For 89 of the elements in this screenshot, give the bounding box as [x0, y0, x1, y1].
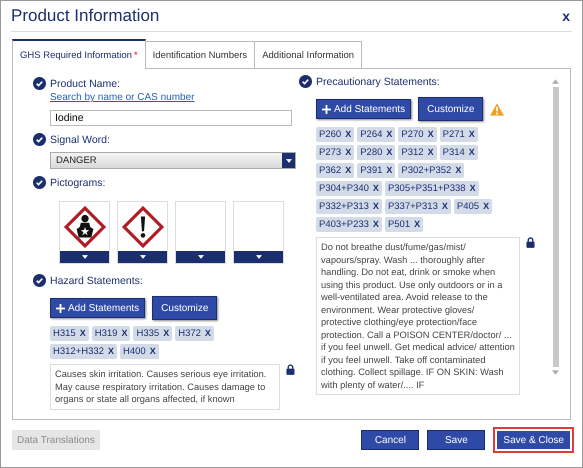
statement-text-area[interactable]: Do not breathe dust/fume/gas/mist/ vapours/spray. Wash ... thoroughly after handling. Do not eat, drink or smoke when using this product. Use only outdoors or in a well-ventilated area. Avoid release to the environment. Wear protective gloves/ protective clothing/eye protection/face protection. Call a POISON CENTER/doctor/ ... if you feel unwell. Get medical advice/ attention if you feel unwell. Take off contaminated clothing. Collect spillage. IF ON SKIN: Wash with plenty of water/.... IF: [316, 237, 520, 395]
remove-button[interactable]: X: [345, 147, 352, 158]
statement-code: P270: [401, 129, 424, 140]
statement-code: P391: [360, 165, 382, 176]
tab[interactable]: Additional Information: [254, 41, 362, 68]
footer-button[interactable]: Save & Close: [493, 427, 574, 453]
statement-code: H400: [123, 346, 146, 357]
statement-code: P405: [456, 201, 480, 212]
check-circle-icon: [33, 176, 46, 189]
statement-code: P273: [319, 147, 342, 158]
statement-code: P264: [360, 129, 382, 140]
statement-code: H319: [94, 328, 118, 339]
statement-code: P501: [388, 219, 410, 230]
check-circle-icon: [33, 274, 46, 287]
field-label: Hazard Statements:: [50, 274, 143, 286]
pictogram-slot[interactable]: [117, 201, 168, 264]
pictogram-slot[interactable]: [59, 201, 110, 264]
statement-code: H312+H332: [53, 346, 104, 357]
check-circle-icon: [33, 77, 46, 90]
remove-button[interactable]: X: [345, 165, 352, 176]
statement-code: P302+P352: [401, 165, 452, 176]
statement-code: P271: [442, 129, 465, 140]
check-circle-icon: [299, 75, 312, 88]
remove-button[interactable]: X: [470, 183, 476, 194]
remove-button[interactable]: X: [121, 328, 128, 339]
caret-icon: [198, 255, 204, 259]
statement-code: P362: [319, 165, 342, 176]
remove-button[interactable]: X: [386, 129, 392, 140]
product-name-field[interactable]: Iodine: [50, 110, 292, 126]
statement-code: P312: [401, 147, 424, 158]
remove-button[interactable]: X: [345, 129, 352, 140]
remove-button[interactable]: X: [108, 346, 114, 357]
field-label: Product Name:: [50, 78, 120, 90]
tab[interactable]: GHS Required Information *: [12, 39, 146, 69]
check-circle-icon: [33, 133, 46, 146]
customize-button[interactable]: Customize: [152, 296, 218, 320]
statement-code: P304+P340: [319, 183, 369, 194]
signal-word-dropdown[interactable]: DANGER: [50, 152, 296, 169]
statement-code: H315: [53, 328, 76, 339]
remove-button[interactable]: X: [163, 328, 170, 339]
customize-button[interactable]: Customize: [418, 97, 484, 121]
remove-button[interactable]: X: [428, 147, 434, 158]
window-title: Product Information: [11, 6, 160, 26]
remove-button[interactable]: X: [80, 328, 86, 339]
remove-button[interactable]: X: [386, 165, 392, 176]
statement-code: H335: [136, 328, 160, 339]
remove-button[interactable]: X: [386, 147, 392, 158]
remove-button[interactable]: X: [372, 219, 379, 230]
field-label: Pictograms:: [50, 176, 106, 188]
remove-button[interactable]: X: [468, 129, 475, 140]
caret-icon: [286, 158, 292, 162]
lock-icon[interactable]: [286, 364, 295, 375]
statement-code: H372: [178, 328, 201, 339]
remove-button[interactable]: X: [442, 201, 448, 212]
pictogram-slot[interactable]: [175, 201, 226, 264]
remove-button[interactable]: X: [204, 328, 211, 339]
remove-button[interactable]: X: [150, 346, 156, 357]
plus-icon: [322, 104, 331, 114]
remove-button[interactable]: X: [468, 147, 475, 158]
statement-code: P305+P351+P338: [388, 183, 466, 194]
pictogram-slot[interactable]: [233, 201, 284, 264]
health-hazard-icon: [64, 206, 106, 248]
lock-icon[interactable]: [526, 237, 535, 248]
remove-button[interactable]: X: [372, 183, 379, 194]
remove-button[interactable]: X: [483, 201, 490, 212]
statement-code: P280: [360, 147, 382, 158]
close-button[interactable]: x: [560, 8, 572, 24]
field-label: Precautionary Statements:: [316, 76, 440, 88]
statement-code: P403+P233: [319, 219, 369, 230]
plus-icon: [56, 304, 65, 312]
remove-button[interactable]: X: [428, 129, 434, 140]
remove-button[interactable]: X: [372, 201, 379, 212]
caret-icon: [256, 255, 262, 259]
statement-code: P332+P313: [319, 201, 369, 212]
add-statements-button[interactable]: Add Statements: [316, 99, 412, 119]
field-label: Signal Word:: [50, 134, 110, 146]
caret-icon: [140, 255, 146, 259]
remove-button[interactable]: X: [414, 219, 420, 230]
caret-icon: [82, 255, 88, 259]
statement-code: P260: [319, 129, 342, 140]
statement-code: P337+P313: [388, 201, 438, 212]
statement-code: P314: [442, 147, 465, 158]
footer-button[interactable]: Save: [427, 430, 486, 450]
remove-button[interactable]: X: [455, 165, 462, 176]
statement-text-area[interactable]: Causes skin irritation. Causes serious eye irritation. May cause respiratory irritation. Causes damage to organs or state all organs affected, if known: [50, 364, 280, 410]
exclamation-icon: [122, 206, 164, 248]
footer-button[interactable]: Cancel: [361, 430, 420, 450]
add-statements-button[interactable]: Add Statements: [50, 298, 146, 318]
search-link[interactable]: Search by name or CAS number: [50, 92, 295, 103]
